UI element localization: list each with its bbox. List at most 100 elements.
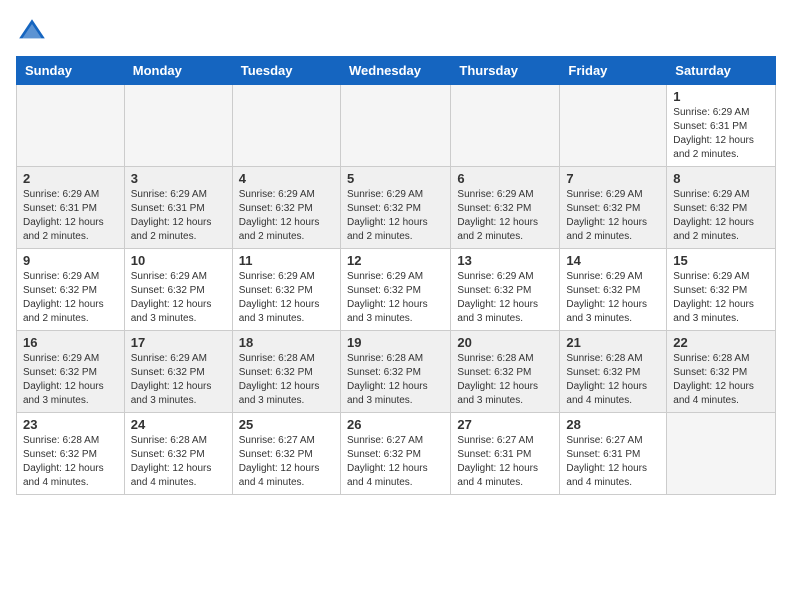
day-info: Sunrise: 6:28 AM Sunset: 6:32 PM Dayligh… xyxy=(673,352,769,408)
calendar-day-cell xyxy=(232,85,340,167)
day-info: Sunrise: 6:28 AM Sunset: 6:32 PM Dayligh… xyxy=(239,352,334,408)
day-info: Sunrise: 6:29 AM Sunset: 6:31 PM Dayligh… xyxy=(673,106,769,162)
calendar-day-cell: 20 Sunrise: 6:28 AM Sunset: 6:32 PM Dayli… xyxy=(451,331,560,413)
day-info: Sunrise: 6:29 AM Sunset: 6:32 PM Dayligh… xyxy=(239,270,334,326)
calendar-week-row: 23 Sunrise: 6:28 AM Sunset: 6:32 PM Dayli… xyxy=(17,413,776,495)
day-info: Sunrise: 6:29 AM Sunset: 6:32 PM Dayligh… xyxy=(131,270,226,326)
calendar-day-cell xyxy=(17,85,125,167)
calendar-header-monday: Monday xyxy=(124,57,232,85)
calendar-day-cell: 23 Sunrise: 6:28 AM Sunset: 6:32 PM Dayli… xyxy=(17,413,125,495)
calendar-day-cell: 14 Sunrise: 6:29 AM Sunset: 6:32 PM Dayli… xyxy=(560,249,667,331)
day-number: 3 xyxy=(131,171,226,186)
day-info: Sunrise: 6:29 AM Sunset: 6:31 PM Dayligh… xyxy=(131,188,226,244)
logo-icon xyxy=(16,16,48,48)
day-number: 24 xyxy=(131,417,226,432)
day-number: 2 xyxy=(23,171,118,186)
day-number: 14 xyxy=(566,253,660,268)
day-number: 1 xyxy=(673,89,769,104)
day-info: Sunrise: 6:28 AM Sunset: 6:32 PM Dayligh… xyxy=(347,352,444,408)
calendar-day-cell: 9 Sunrise: 6:29 AM Sunset: 6:32 PM Daylig… xyxy=(17,249,125,331)
day-info: Sunrise: 6:29 AM Sunset: 6:32 PM Dayligh… xyxy=(239,188,334,244)
calendar-day-cell: 24Sunrise: 6:28 AM Sunset: 6:32 PM Dayli… xyxy=(124,413,232,495)
calendar-day-cell: 16 Sunrise: 6:29 AM Sunset: 6:32 PM Dayli… xyxy=(17,331,125,413)
calendar-day-cell: 3 Sunrise: 6:29 AM Sunset: 6:31 PM Daylig… xyxy=(124,167,232,249)
day-number: 25 xyxy=(239,417,334,432)
logo xyxy=(16,16,52,48)
day-info: Sunrise: 6:28 AM Sunset: 6:32 PM Dayligh… xyxy=(457,352,553,408)
calendar-header-row: SundayMondayTuesdayWednesdayThursdayFrid… xyxy=(17,57,776,85)
calendar-day-cell: 19 Sunrise: 6:28 AM Sunset: 6:32 PM Dayli… xyxy=(340,331,450,413)
calendar-day-cell: 1 Sunrise: 6:29 AM Sunset: 6:31 PM Daylig… xyxy=(667,85,776,167)
day-info: Sunrise: 6:29 AM Sunset: 6:32 PM Dayligh… xyxy=(457,188,553,244)
calendar-day-cell: 8Sunrise: 6:29 AM Sunset: 6:32 PM Daylig… xyxy=(667,167,776,249)
calendar-week-row: 1 Sunrise: 6:29 AM Sunset: 6:31 PM Daylig… xyxy=(17,85,776,167)
day-info: Sunrise: 6:28 AM Sunset: 6:32 PM Dayligh… xyxy=(566,352,660,408)
day-number: 28 xyxy=(566,417,660,432)
calendar-table: SundayMondayTuesdayWednesdayThursdayFrid… xyxy=(16,56,776,495)
calendar-day-cell xyxy=(667,413,776,495)
calendar-day-cell: 12 Sunrise: 6:29 AM Sunset: 6:32 PM Dayli… xyxy=(340,249,450,331)
day-info: Sunrise: 6:27 AM Sunset: 6:32 PM Dayligh… xyxy=(347,434,444,490)
calendar-day-cell: 6 Sunrise: 6:29 AM Sunset: 6:32 PM Daylig… xyxy=(451,167,560,249)
calendar-day-cell xyxy=(124,85,232,167)
calendar-day-cell: 13 Sunrise: 6:29 AM Sunset: 6:32 PM Dayli… xyxy=(451,249,560,331)
day-number: 7 xyxy=(566,171,660,186)
calendar-week-row: 16 Sunrise: 6:29 AM Sunset: 6:32 PM Dayli… xyxy=(17,331,776,413)
page-header xyxy=(16,16,776,48)
calendar-header-thursday: Thursday xyxy=(451,57,560,85)
day-number: 16 xyxy=(23,335,118,350)
day-info: Sunrise: 6:29 AM Sunset: 6:32 PM Dayligh… xyxy=(566,270,660,326)
calendar-day-cell: 21 Sunrise: 6:28 AM Sunset: 6:32 PM Dayli… xyxy=(560,331,667,413)
day-number: 19 xyxy=(347,335,444,350)
calendar-day-cell xyxy=(560,85,667,167)
day-info: Sunrise: 6:29 AM Sunset: 6:32 PM Dayligh… xyxy=(347,270,444,326)
calendar-day-cell: 22 Sunrise: 6:28 AM Sunset: 6:32 PM Dayli… xyxy=(667,331,776,413)
calendar-day-cell: 4Sunrise: 6:29 AM Sunset: 6:32 PM Daylig… xyxy=(232,167,340,249)
day-number: 9 xyxy=(23,253,118,268)
calendar-day-cell: 28Sunrise: 6:27 AM Sunset: 6:31 PM Dayli… xyxy=(560,413,667,495)
calendar-day-cell: 26 Sunrise: 6:27 AM Sunset: 6:32 PM Dayli… xyxy=(340,413,450,495)
calendar-week-row: 9 Sunrise: 6:29 AM Sunset: 6:32 PM Daylig… xyxy=(17,249,776,331)
day-info: Sunrise: 6:29 AM Sunset: 6:32 PM Dayligh… xyxy=(457,270,553,326)
day-info: Sunrise: 6:29 AM Sunset: 6:32 PM Dayligh… xyxy=(673,270,769,326)
calendar-day-cell: 5 Sunrise: 6:29 AM Sunset: 6:32 PM Daylig… xyxy=(340,167,450,249)
day-number: 5 xyxy=(347,171,444,186)
day-info: Sunrise: 6:27 AM Sunset: 6:32 PM Dayligh… xyxy=(239,434,334,490)
day-number: 23 xyxy=(23,417,118,432)
calendar-day-cell: 2 Sunrise: 6:29 AM Sunset: 6:31 PM Daylig… xyxy=(17,167,125,249)
calendar-week-row: 2 Sunrise: 6:29 AM Sunset: 6:31 PM Daylig… xyxy=(17,167,776,249)
day-number: 22 xyxy=(673,335,769,350)
day-number: 11 xyxy=(239,253,334,268)
calendar-header-wednesday: Wednesday xyxy=(340,57,450,85)
calendar-day-cell xyxy=(340,85,450,167)
day-info: Sunrise: 6:28 AM Sunset: 6:32 PM Dayligh… xyxy=(23,434,118,490)
day-info: Sunrise: 6:29 AM Sunset: 6:31 PM Dayligh… xyxy=(23,188,118,244)
day-number: 21 xyxy=(566,335,660,350)
calendar-day-cell: 10 Sunrise: 6:29 AM Sunset: 6:32 PM Dayli… xyxy=(124,249,232,331)
calendar-day-cell: 15 Sunrise: 6:29 AM Sunset: 6:32 PM Dayli… xyxy=(667,249,776,331)
day-info: Sunrise: 6:29 AM Sunset: 6:32 PM Dayligh… xyxy=(131,352,226,408)
day-number: 27 xyxy=(457,417,553,432)
day-info: Sunrise: 6:29 AM Sunset: 6:32 PM Dayligh… xyxy=(566,188,660,244)
day-number: 17 xyxy=(131,335,226,350)
calendar-day-cell: 11 Sunrise: 6:29 AM Sunset: 6:32 PM Dayli… xyxy=(232,249,340,331)
day-number: 6 xyxy=(457,171,553,186)
day-number: 15 xyxy=(673,253,769,268)
day-number: 26 xyxy=(347,417,444,432)
calendar-day-cell xyxy=(451,85,560,167)
day-number: 10 xyxy=(131,253,226,268)
day-number: 8 xyxy=(673,171,769,186)
day-number: 20 xyxy=(457,335,553,350)
day-number: 13 xyxy=(457,253,553,268)
calendar-header-saturday: Saturday xyxy=(667,57,776,85)
calendar-day-cell: 18Sunrise: 6:28 AM Sunset: 6:32 PM Dayli… xyxy=(232,331,340,413)
day-number: 12 xyxy=(347,253,444,268)
day-info: Sunrise: 6:29 AM Sunset: 6:32 PM Dayligh… xyxy=(347,188,444,244)
calendar-day-cell: 25 Sunrise: 6:27 AM Sunset: 6:32 PM Dayli… xyxy=(232,413,340,495)
day-info: Sunrise: 6:27 AM Sunset: 6:31 PM Dayligh… xyxy=(457,434,553,490)
calendar-day-cell: 17 Sunrise: 6:29 AM Sunset: 6:32 PM Dayli… xyxy=(124,331,232,413)
calendar-day-cell: 7 Sunrise: 6:29 AM Sunset: 6:32 PM Daylig… xyxy=(560,167,667,249)
day-info: Sunrise: 6:29 AM Sunset: 6:32 PM Dayligh… xyxy=(23,270,118,326)
day-info: Sunrise: 6:29 AM Sunset: 6:32 PM Dayligh… xyxy=(23,352,118,408)
calendar-header-friday: Friday xyxy=(560,57,667,85)
